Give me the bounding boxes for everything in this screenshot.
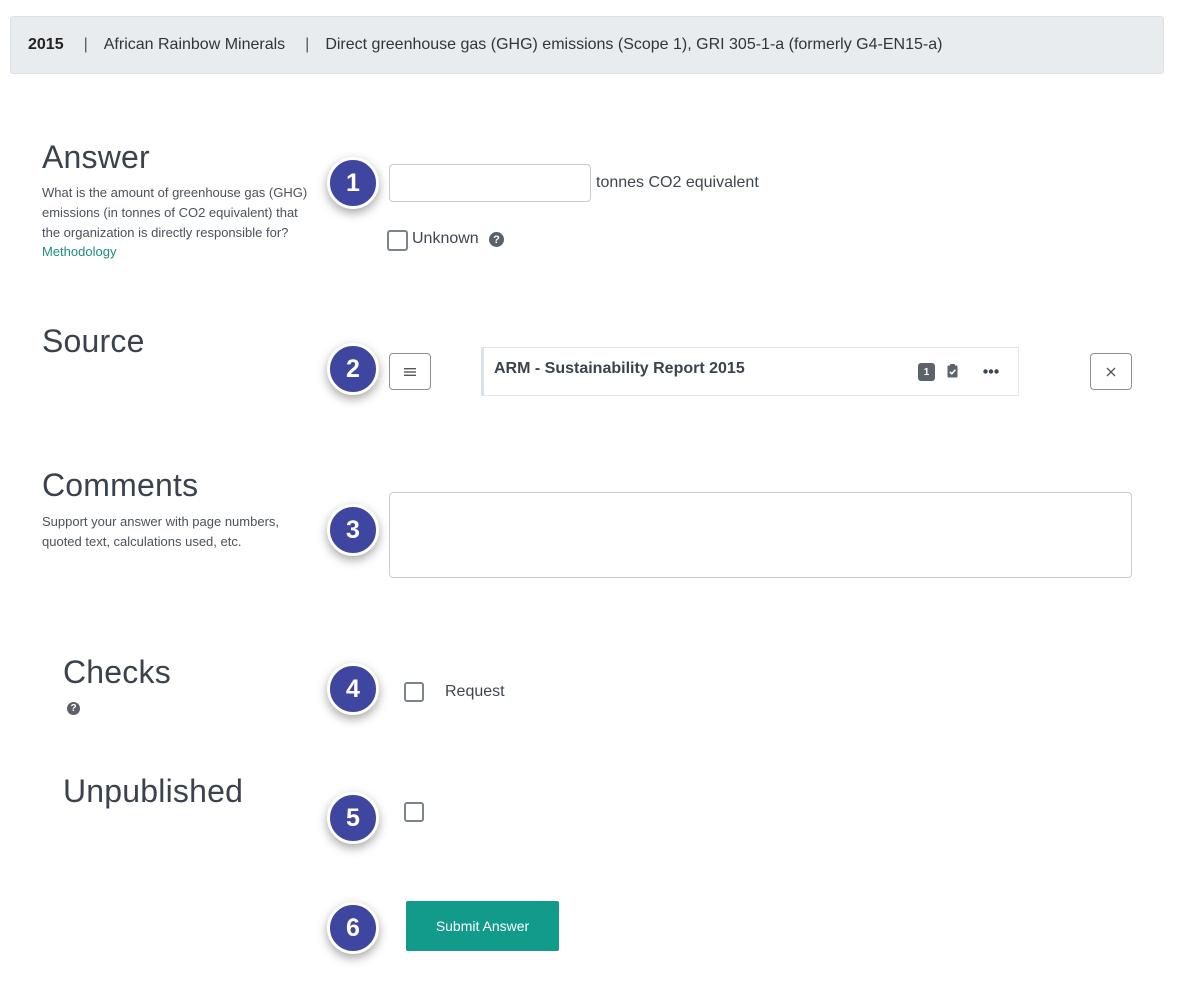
- list-icon: [404, 367, 416, 376]
- question-circle-icon[interactable]: ?: [67, 702, 80, 715]
- source-section-title: Source: [42, 323, 145, 359]
- context-header-bar: 2015 | African Rainbow Minerals | Direct…: [10, 16, 1164, 74]
- answer-description: What is the amount of greenhouse gas (GH…: [42, 185, 308, 240]
- header-separator: |: [305, 36, 310, 53]
- header-indicator: Direct greenhouse gas (GHG) emissions (S…: [325, 36, 943, 53]
- clipboard-check-icon[interactable]: [947, 364, 958, 378]
- close-icon: [1106, 367, 1116, 376]
- unpublished-section-title: Unpublished: [63, 773, 244, 809]
- step-badge-1: 1: [327, 157, 379, 209]
- submit-answer-button[interactable]: Submit Answer: [406, 901, 559, 951]
- step-badge-5: 5: [327, 792, 379, 844]
- unpublished-checkbox[interactable]: [404, 802, 424, 822]
- question-circle-icon[interactable]: ?: [489, 232, 504, 247]
- request-check-checkbox[interactable]: [404, 682, 424, 702]
- comments-textarea[interactable]: [389, 492, 1132, 578]
- methodology-link[interactable]: Methodology: [42, 244, 116, 259]
- step-badge-6: 6: [327, 902, 379, 954]
- unknown-checkbox[interactable]: [387, 230, 408, 251]
- source-document-title: ARM - Sustainability Report 2015: [494, 360, 745, 377]
- answer-value-input[interactable]: [389, 164, 591, 202]
- unknown-label: Unknown: [412, 230, 479, 247]
- checks-section-title: Checks: [63, 654, 171, 690]
- answer-section-title: Answer: [42, 139, 150, 175]
- comments-section-title: Comments: [42, 467, 199, 503]
- source-page-count-badge: 1: [918, 363, 935, 381]
- remove-source-button[interactable]: [1090, 353, 1132, 390]
- request-check-label: Request: [445, 683, 505, 700]
- header-separator: |: [83, 36, 88, 53]
- comments-description: Support your answer with page numbers, q…: [42, 514, 280, 549]
- header-year: 2015: [28, 36, 64, 53]
- ellipsis-icon[interactable]: [983, 369, 999, 374]
- source-document-card[interactable]: ARM - Sustainability Report 2015 1: [481, 347, 1019, 396]
- answer-unit-label: tonnes CO2 equivalent: [596, 174, 759, 191]
- step-badge-4: 4: [327, 663, 379, 715]
- step-badge-3: 3: [327, 504, 379, 556]
- header-company: African Rainbow Minerals: [103, 36, 286, 53]
- source-list-button[interactable]: [389, 353, 431, 390]
- step-badge-2: 2: [327, 343, 379, 395]
